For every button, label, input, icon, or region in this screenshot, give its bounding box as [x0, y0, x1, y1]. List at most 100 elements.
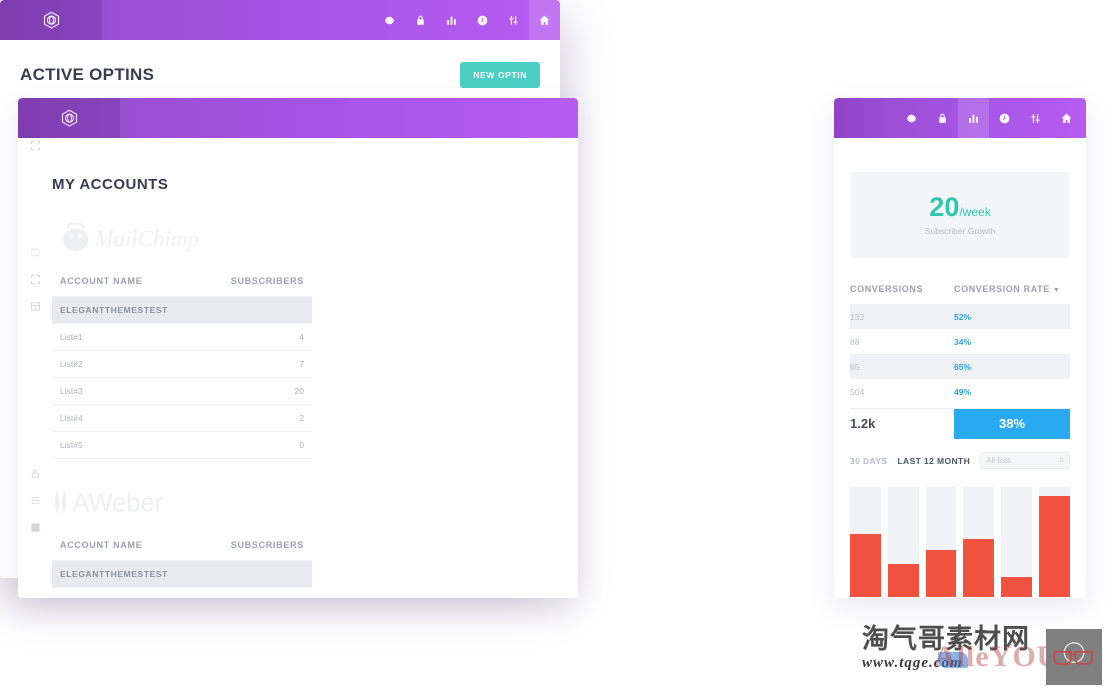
cell-conversions: 504	[850, 386, 865, 397]
app-logo-cell	[18, 98, 120, 138]
account-subscribers: 0	[299, 440, 304, 450]
account-subscribers: 2	[299, 413, 304, 423]
table-row[interactable]: 65 65%	[850, 354, 1070, 379]
provider-block-aweber: AWeber ACCOUNT NAME SUBSCRIBERS ELEGANTT…	[52, 485, 544, 598]
accounts-panel-topbar	[18, 98, 578, 138]
account-name: ELEGANTTHEMESTEST	[60, 305, 168, 315]
list-select-value: All lists	[986, 456, 1012, 465]
nav-settings[interactable]	[374, 0, 405, 40]
new-optin-button[interactable]: NEW OPTIN	[460, 62, 540, 88]
filter-last-12-month[interactable]: LAST 12 MONTH	[897, 456, 970, 466]
chart-bar	[1001, 577, 1033, 597]
cell-rate: 52%	[954, 311, 972, 322]
nav-subscribers[interactable]	[1020, 98, 1051, 138]
cell-conversions: 65	[850, 361, 860, 372]
mailchimp-table: ACCOUNT NAME SUBSCRIBERS ELEGANTTHEMESTE…	[52, 266, 312, 459]
clock-icon	[477, 15, 488, 25]
app-logo-cell	[0, 0, 102, 40]
lock-icon	[939, 113, 946, 123]
stats-nav-icons	[896, 98, 1082, 138]
active-optins-title: ACTIVE OPTINS	[20, 65, 155, 84]
glasses-icon	[1053, 642, 1093, 665]
list-icon	[30, 495, 41, 506]
chart-bar	[887, 564, 919, 597]
modal-nav-icons	[374, 0, 560, 40]
stats-panel: 20/week Subscriber Growth CONVERSIONS CO…	[834, 98, 1086, 598]
account-name: List#2	[60, 359, 83, 369]
bar-chart-icon	[969, 114, 978, 123]
list-item[interactable]: List#5 0	[52, 432, 312, 459]
table-row[interactable]: 88 34%	[850, 329, 1070, 354]
list-item[interactable]: ELEGANTTHEMESTEST	[52, 297, 312, 324]
filter-30-days[interactable]: 30 DAYS	[850, 456, 887, 466]
nav-home[interactable]	[529, 0, 560, 40]
growth-label: Subscriber Growth	[924, 226, 996, 236]
account-name: List#1	[60, 332, 83, 342]
cell-rate: 34%	[954, 336, 972, 347]
list-item[interactable]: List#1 4	[52, 588, 312, 598]
nav-home[interactable]	[1051, 98, 1082, 138]
list-item[interactable]: List#4 2	[52, 405, 312, 432]
col-subscribers: SUBSCRIBERS	[230, 276, 304, 286]
bar-track	[887, 487, 919, 597]
bar-track	[850, 487, 881, 597]
col-account-name: ACCOUNT NAME	[60, 276, 143, 286]
bar-track	[1001, 487, 1033, 597]
growth-value: 20/week	[929, 194, 990, 221]
bar-track	[963, 487, 995, 597]
table-header-row: ACCOUNT NAME SUBSCRIBERS	[52, 530, 312, 561]
nav-security[interactable]	[927, 98, 958, 138]
account-name: List#3	[60, 386, 83, 396]
list-item[interactable]: List#1 4	[52, 324, 312, 351]
nav-statistics[interactable]	[958, 98, 989, 138]
cell-rate: 49%	[954, 386, 972, 397]
list-item[interactable]: List#3 20	[52, 378, 312, 405]
chart-bar	[925, 549, 957, 597]
chart-bar	[963, 538, 995, 597]
nav-subscribers[interactable]	[498, 0, 529, 40]
nav-settings[interactable]	[896, 98, 927, 138]
account-name: ELEGANTTHEMESTEST	[60, 569, 168, 579]
bar-chart-icon	[447, 16, 456, 25]
gear-icon	[384, 15, 395, 25]
sort-caret-icon: ▼	[1052, 287, 1061, 294]
sliders-icon	[509, 15, 518, 25]
screenshot-root: MY ACCOUNTS MailChimp ACCOUNT NAME SUBSC…	[0, 0, 1110, 691]
svg-text:MailChimp: MailChimp	[93, 227, 199, 252]
bar-track	[925, 487, 957, 597]
cell-rate: 65%	[954, 361, 972, 372]
chevron-updown-icon: ⇅	[1058, 457, 1064, 464]
aweber-logo: AWeber	[54, 489, 164, 517]
widget-icon	[30, 301, 41, 312]
table-row[interactable]: 504 49%	[850, 379, 1070, 404]
nav-statistics[interactable]	[436, 0, 467, 40]
popup-icon	[30, 140, 41, 151]
list-item[interactable]: List#2 7	[52, 351, 312, 378]
modal-topbar	[0, 0, 560, 40]
col-conversion-rate[interactable]: CONVERSION RATE ▼	[954, 284, 1070, 294]
total-conversions: 1.2k	[850, 416, 876, 431]
lock-open-icon	[30, 468, 41, 479]
active-optins-header: ACTIVE OPTINS NEW OPTIN	[20, 62, 540, 88]
nav-security[interactable]	[405, 0, 436, 40]
list-item[interactable]: ELEGANTTHEMESTEST	[52, 561, 312, 588]
account-subscribers: 4	[299, 596, 304, 598]
bar-track	[1039, 487, 1070, 597]
stats-panel-topbar	[834, 98, 1086, 138]
stats-panel-body: 20/week Subscriber Growth CONVERSIONS CO…	[834, 172, 1086, 597]
table-row[interactable]: 132 52%	[850, 304, 1070, 329]
clock-icon	[999, 113, 1010, 123]
nav-info[interactable]	[467, 0, 498, 40]
bloom-hexagon-logo-icon	[61, 109, 77, 127]
account-subscribers: 4	[299, 332, 304, 342]
accounts-panel-body: MY ACCOUNTS MailChimp ACCOUNT NAME SUBSC…	[18, 138, 578, 598]
list-select[interactable]: All lists ⇅	[980, 452, 1070, 469]
nav-info[interactable]	[989, 98, 1020, 138]
home-icon	[539, 15, 550, 25]
provider-block-mailchimp: MailChimp ACCOUNT NAME SUBSCRIBERS ELEGA…	[52, 221, 544, 459]
cell-conversions: 88	[850, 336, 860, 347]
account-name: List#5	[60, 440, 83, 450]
gear-icon	[906, 113, 917, 123]
cell-conversions: 132	[850, 311, 865, 322]
lock-icon	[417, 15, 424, 25]
